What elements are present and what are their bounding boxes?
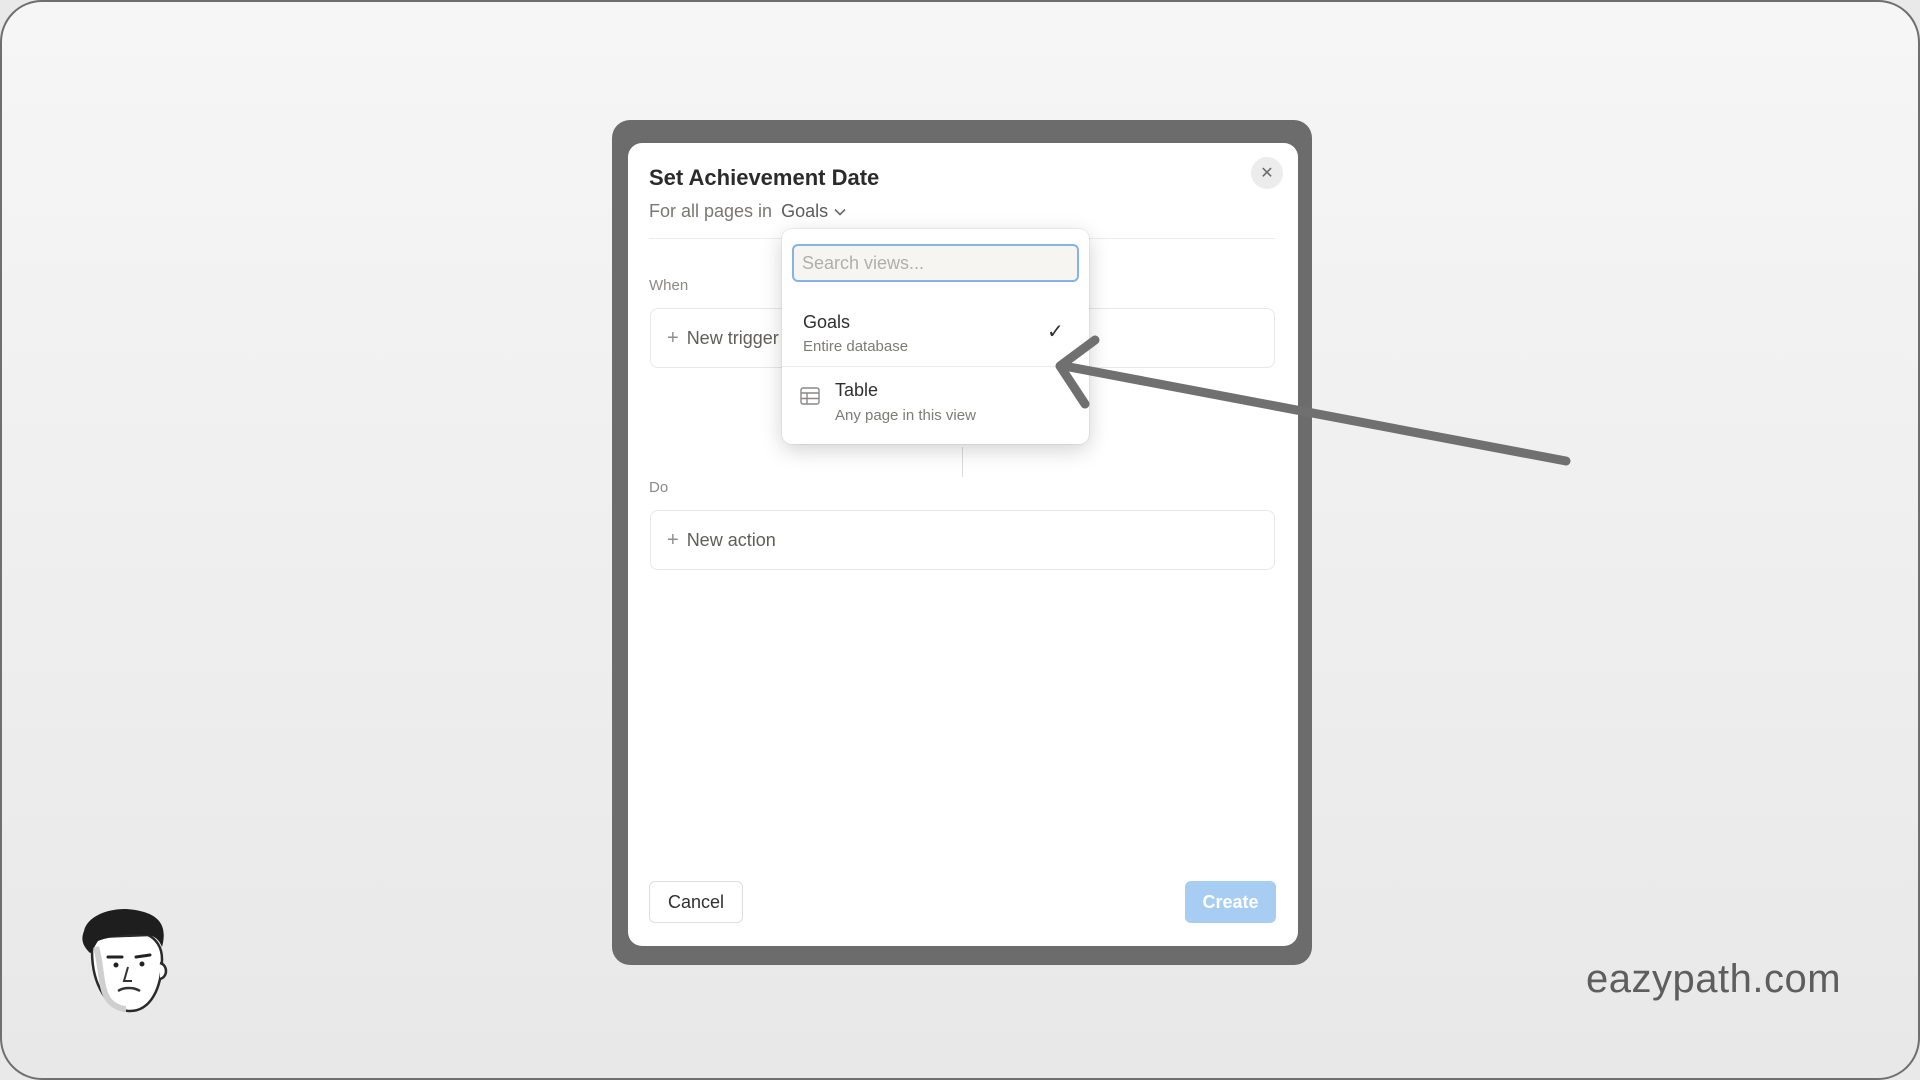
plus-icon: + [667,528,679,551]
modal-title: Set Achievement Date [649,165,880,190]
checkmark-icon: ✓ [1047,321,1064,343]
option-goals[interactable]: Goals Entire database ✓ [782,297,1089,366]
database-selector[interactable]: Goals [781,201,846,222]
plus-icon: + [667,326,679,349]
close-button[interactable]: ✕ [1251,157,1283,189]
table-icon [800,387,820,405]
screen-canvas: Set Achievement Date ✕ For all pages in … [0,0,1920,1080]
avatar-illustration [82,909,168,1013]
new-action-label: New action [686,529,776,550]
chevron-down-icon [834,208,846,216]
when-label: When [649,277,689,294]
flow-connector [962,447,963,477]
watermark-text: eazypath.com [1586,957,1842,1001]
option-table[interactable]: Table Any page in this view [782,367,1089,442]
option-name: Goals [803,312,851,332]
option-description: Entire database [803,338,909,355]
do-label: Do [649,479,669,496]
scope-line: For all pages in Goals [649,201,846,222]
search-views-input[interactable] [792,244,1079,282]
option-description: Any page in this view [835,407,976,424]
new-action-button[interactable]: + New action [650,510,1275,570]
create-button[interactable]: Create [1185,881,1276,923]
new-trigger-label: New trigger [686,327,779,348]
option-name: Table [835,380,879,400]
view-picker-dropdown: Goals Entire database ✓ Table Any page i… [782,229,1089,444]
database-selected: Goals [781,201,829,221]
close-icon: ✕ [1260,165,1274,182]
scope-prefix: For all pages in [649,201,773,221]
cancel-button[interactable]: Cancel [649,881,743,923]
